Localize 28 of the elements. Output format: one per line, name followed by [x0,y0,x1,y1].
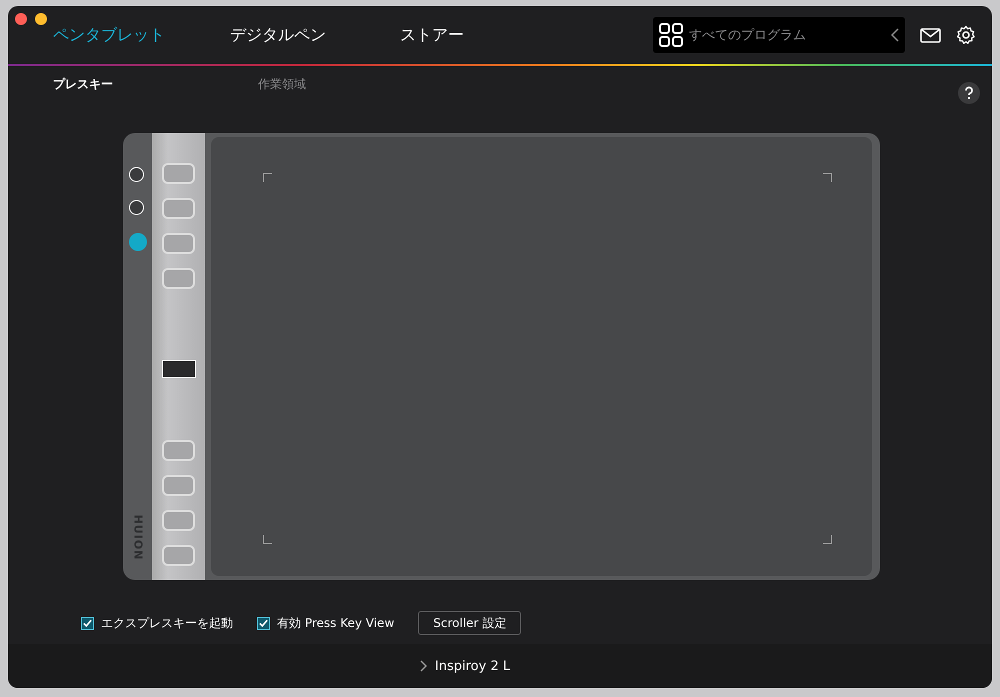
corner-mark [263,173,272,182]
corner-mark [263,535,272,544]
settings-icon[interactable] [956,25,976,45]
program-selector[interactable]: すべてのプログラム [653,17,905,53]
checkbox-label: エクスプレスキーを起動 [101,614,233,632]
device-name: Inspiroy 2 L [434,658,510,674]
checkbox[interactable] [257,616,270,630]
corner-mark [823,535,832,544]
checkbox[interactable] [81,616,94,630]
dial-indicator[interactable] [128,200,144,215]
help-icon[interactable] [958,82,980,104]
corner-mark [823,173,832,182]
section-tab[interactable]: プレスキー [53,76,258,92]
nav-tab[interactable]: ペンタブレット [53,24,218,46]
window-control[interactable] [35,13,47,25]
checkbox-label: 有効 Press Key View [277,614,394,632]
chevron-left-icon [891,28,899,42]
nav-tab[interactable]: デジタルペン [230,24,400,46]
scroller-settings-button[interactable]: Scroller 設定 [418,611,522,635]
nav-tab[interactable]: ストアー [400,24,565,46]
dial-indicator[interactable] [128,167,144,182]
window-control[interactable] [15,13,27,25]
section-tab[interactable]: 作業領域 [258,76,463,92]
grid-icon [659,23,683,47]
scroller-wheel[interactable] [162,360,196,378]
program-label: すべてのプログラム [689,27,807,44]
chevron-right-icon[interactable] [420,660,427,672]
mail-icon[interactable] [920,28,941,42]
